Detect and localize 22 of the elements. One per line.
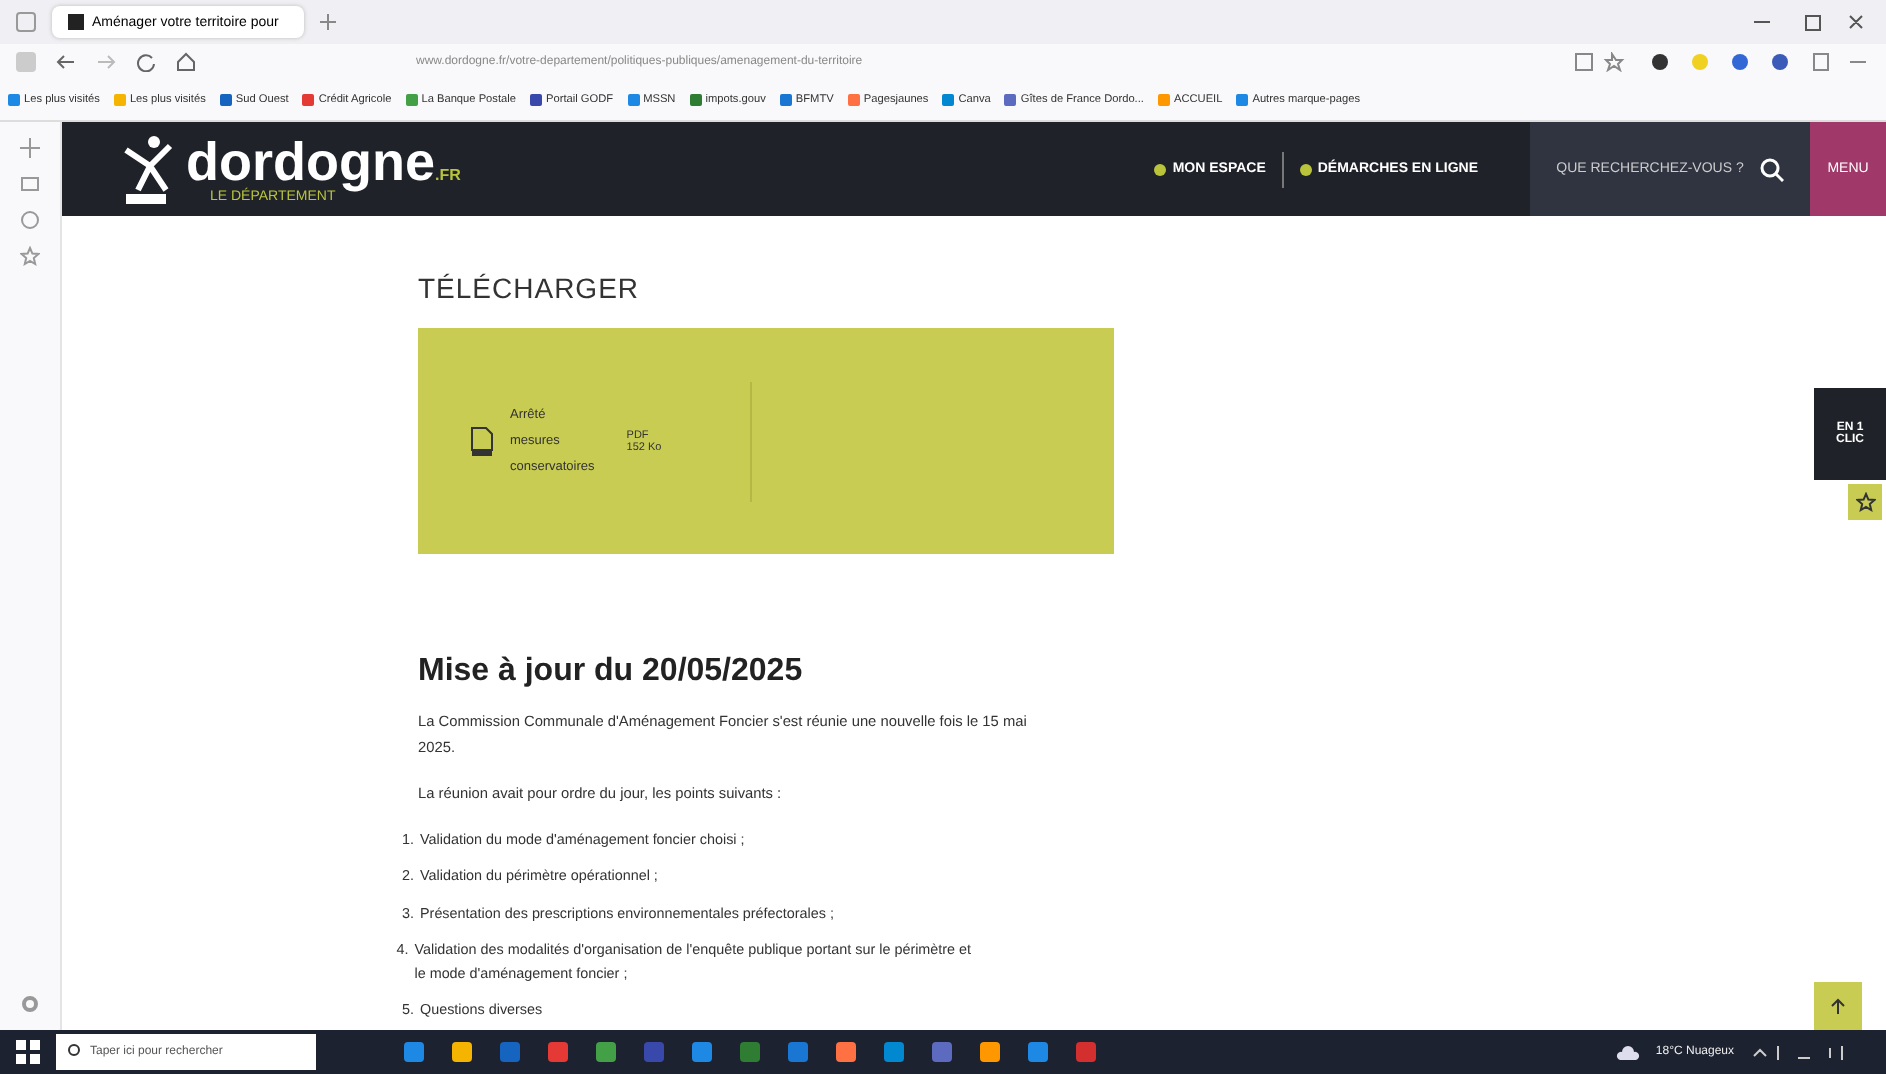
extensions-icon[interactable] — [1650, 52, 1870, 72]
back-icon[interactable] — [56, 52, 76, 72]
new-tab-icon[interactable] — [320, 14, 336, 30]
site-logo[interactable]: dordogne — [186, 131, 435, 191]
scroll-top-button[interactable] — [1814, 982, 1862, 1030]
star-icon — [1855, 492, 1875, 512]
favorite-button[interactable] — [1848, 484, 1882, 520]
logo-suffix: .FR — [434, 165, 461, 183]
search-icon[interactable] — [1759, 157, 1784, 181]
favicon-icon — [68, 14, 84, 30]
cloud-icon — [1615, 1044, 1640, 1060]
article-heading: Mise à jour du 20/05/2025 — [418, 654, 805, 690]
arrow-up-icon — [1830, 998, 1846, 1014]
home-icon[interactable] — [176, 52, 196, 72]
pdf-file-icon — [470, 425, 494, 457]
dancer-logo-icon[interactable] — [122, 133, 178, 205]
search-icon — [66, 1044, 82, 1060]
reload-icon[interactable] — [136, 52, 156, 72]
sidebar-toggle-icon[interactable] — [16, 52, 36, 72]
section-title: TÉLÉCHARGER — [418, 272, 642, 304]
windows-start-icon[interactable] — [16, 1040, 40, 1064]
star-icon[interactable] — [20, 246, 40, 266]
